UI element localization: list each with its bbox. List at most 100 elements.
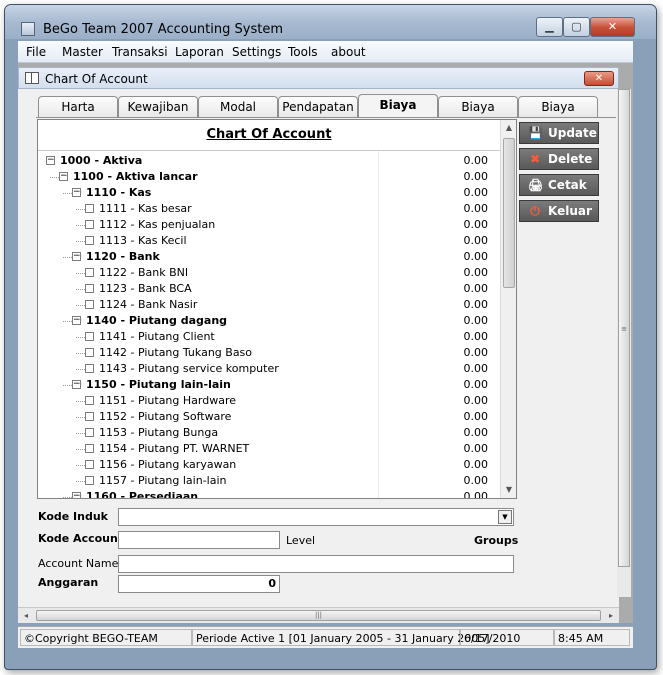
account-tree[interactable]: Chart Of Account −1000 - Aktiva 0.00−1100… xyxy=(37,119,517,499)
print-button[interactable]: 🖨 Cetak xyxy=(519,174,599,196)
anggaran-input[interactable]: 0 xyxy=(118,575,280,593)
window-titlebar[interactable]: BeGo Team 2007 Accounting System ▁ ▢ ✕ xyxy=(5,5,656,39)
tree-row[interactable]: 1154 - Piutang PT. WARNET 0.00 xyxy=(38,441,500,457)
scroll-left-icon[interactable]: ◂ xyxy=(20,610,32,622)
update-button[interactable]: 💾 Update xyxy=(519,122,599,144)
tree-row-label: 1140 - Piutang dagang xyxy=(86,314,228,327)
collapse-toggle-icon[interactable]: − xyxy=(72,380,81,389)
tree-row[interactable]: 1153 - Piutang Bunga 0.00 xyxy=(38,425,500,441)
tab-pendapatan[interactable]: Pendapatan xyxy=(278,96,358,118)
account-name-input[interactable] xyxy=(118,555,514,573)
child-window-titlebar[interactable]: Chart Of Account ✕ xyxy=(18,67,619,89)
tree-row[interactable]: −1150 - Piutang lain-lain 0.00 xyxy=(38,377,500,393)
mdi-workspace: Chart Of Account ✕ Harta Kewajiban Modal… xyxy=(18,63,633,623)
tab-biaya-2[interactable]: Biaya xyxy=(438,96,518,118)
collapse-toggle-icon[interactable]: − xyxy=(72,188,81,197)
tree-row[interactable]: 1157 - Piutang lain-lain 0.00 xyxy=(38,473,500,489)
kode-induk-combo[interactable]: ▼ xyxy=(118,508,514,526)
tree-row[interactable]: −1160 - Persediaan 0.00 xyxy=(38,489,500,498)
tree-row[interactable]: 1112 - Kas penjualan 0.00 xyxy=(38,217,500,233)
tree-connector xyxy=(76,481,85,482)
tree-row-label: 1151 - Piutang Hardware xyxy=(99,394,236,407)
tree-vertical-scrollbar[interactable]: ▲ ▼ xyxy=(500,120,516,498)
status-periode: Periode Active 1 [01 January 2005 - 31 J… xyxy=(192,629,490,646)
tree-row[interactable]: 1124 - Bank Nasir 0.00 xyxy=(38,297,500,313)
chevron-down-icon[interactable]: ▼ xyxy=(498,510,512,524)
book-icon xyxy=(25,72,39,84)
leaf-node-icon xyxy=(85,364,94,373)
power-icon: ⏻ xyxy=(530,204,540,218)
delete-x-icon: ✖ xyxy=(529,152,541,166)
groups-label: Groups xyxy=(474,534,519,547)
tab-harta[interactable]: Harta xyxy=(38,96,118,118)
tree-row-label: 1000 - Aktiva xyxy=(60,154,143,167)
delete-button[interactable]: ✖ Delete xyxy=(519,148,599,170)
tab-biaya-3[interactable]: Biaya xyxy=(518,96,598,118)
menu-transaksi[interactable]: Transaksi xyxy=(112,45,168,59)
workspace-horizontal-scrollbar[interactable]: ◂ ||| ▸ xyxy=(18,607,619,623)
collapse-toggle-icon[interactable]: − xyxy=(46,156,55,165)
collapse-toggle-icon[interactable]: − xyxy=(72,316,81,325)
tree-row[interactable]: −1120 - Bank 0.00 xyxy=(38,249,500,265)
tree-row[interactable]: −1100 - Aktiva lancar 0.00 xyxy=(38,169,500,185)
close-button[interactable]: ✕ xyxy=(590,17,635,37)
tree-connector xyxy=(76,273,85,274)
menu-tools[interactable]: Tools xyxy=(288,45,318,59)
status-date: 6/17/2010 xyxy=(460,629,554,646)
tree-row[interactable]: −1000 - Aktiva 0.00 xyxy=(38,153,500,169)
workspace-vscroll-thumb[interactable]: ≡ xyxy=(618,89,630,567)
child-close-button[interactable]: ✕ xyxy=(584,71,614,86)
tree-row[interactable]: 1122 - Bank BNI 0.00 xyxy=(38,265,500,281)
child-window-title: Chart Of Account xyxy=(45,72,148,86)
tree-row-amount: 0.00 xyxy=(463,346,489,359)
menu-about[interactable]: about xyxy=(331,45,366,59)
tree-row[interactable]: 1156 - Piutang karyawan 0.00 xyxy=(38,457,500,473)
exit-button-label: Keluar xyxy=(548,204,592,218)
workspace-vertical-scrollbar[interactable]: ≡ xyxy=(617,89,631,597)
tree-row[interactable]: 1141 - Piutang Client 0.00 xyxy=(38,329,500,345)
menu-settings[interactable]: Settings xyxy=(232,45,281,59)
tree-row[interactable]: 1152 - Piutang Software 0.00 xyxy=(38,409,500,425)
maximize-button[interactable]: ▢ xyxy=(563,17,590,37)
update-button-label: Update xyxy=(548,126,597,140)
leaf-node-icon xyxy=(85,396,94,405)
tree-row[interactable]: 1123 - Bank BCA 0.00 xyxy=(38,281,500,297)
tree-row-amount: 0.00 xyxy=(463,154,489,167)
tree-connector xyxy=(76,209,85,210)
scroll-thumb[interactable] xyxy=(503,138,515,288)
tree-row-amount: 0.00 xyxy=(463,298,489,311)
tree-row[interactable]: 1143 - Piutang service komputer 0.00 xyxy=(38,361,500,377)
minimize-button[interactable]: ▁ xyxy=(536,17,563,37)
tree-row-label: 1122 - Bank BNI xyxy=(99,266,189,279)
tree-row-amount: 0.00 xyxy=(463,458,489,471)
scroll-right-icon[interactable]: ▸ xyxy=(605,610,617,622)
leaf-node-icon xyxy=(85,460,94,469)
tree-row[interactable]: 1151 - Piutang Hardware 0.00 xyxy=(38,393,500,409)
tree-row-amount: 0.00 xyxy=(463,266,489,279)
floppy-disk-icon: 💾 xyxy=(528,126,543,140)
menu-bar: File Master Transaksi Laporan Settings T… xyxy=(18,41,633,63)
tree-row[interactable]: −1140 - Piutang dagang 0.00 xyxy=(38,313,500,329)
kode-account-input[interactable] xyxy=(118,531,280,549)
collapse-toggle-icon[interactable]: − xyxy=(72,492,81,498)
menu-laporan[interactable]: Laporan xyxy=(175,45,224,59)
menu-master[interactable]: Master xyxy=(62,45,103,59)
tree-row[interactable]: 1113 - Kas Kecil 0.00 xyxy=(38,233,500,249)
tab-biaya-1[interactable]: Biaya xyxy=(358,94,438,118)
tree-row[interactable]: 1142 - Piutang Tukang Baso 0.00 xyxy=(38,345,500,361)
tab-kewajiban[interactable]: Kewajiban xyxy=(118,96,198,118)
tab-modal[interactable]: Modal xyxy=(198,96,278,118)
menu-file[interactable]: File xyxy=(26,45,46,59)
collapse-toggle-icon[interactable]: − xyxy=(72,252,81,261)
scroll-up-icon[interactable]: ▲ xyxy=(501,120,516,136)
kode-account-label: Kode Account xyxy=(38,532,124,545)
tree-row[interactable]: 1111 - Kas besar 0.00 xyxy=(38,201,500,217)
collapse-toggle-icon[interactable]: − xyxy=(59,172,68,181)
tree-row[interactable]: −1110 - Kas 0.00 xyxy=(38,185,500,201)
exit-button[interactable]: ⏻ Keluar xyxy=(519,200,599,222)
tree-row-label: 1157 - Piutang lain-lain xyxy=(99,474,227,487)
tree-row-label: 1152 - Piutang Software xyxy=(99,410,232,423)
scroll-down-icon[interactable]: ▼ xyxy=(501,482,516,498)
leaf-node-icon xyxy=(85,284,94,293)
workspace-hscroll-thumb[interactable]: ||| xyxy=(36,610,601,621)
